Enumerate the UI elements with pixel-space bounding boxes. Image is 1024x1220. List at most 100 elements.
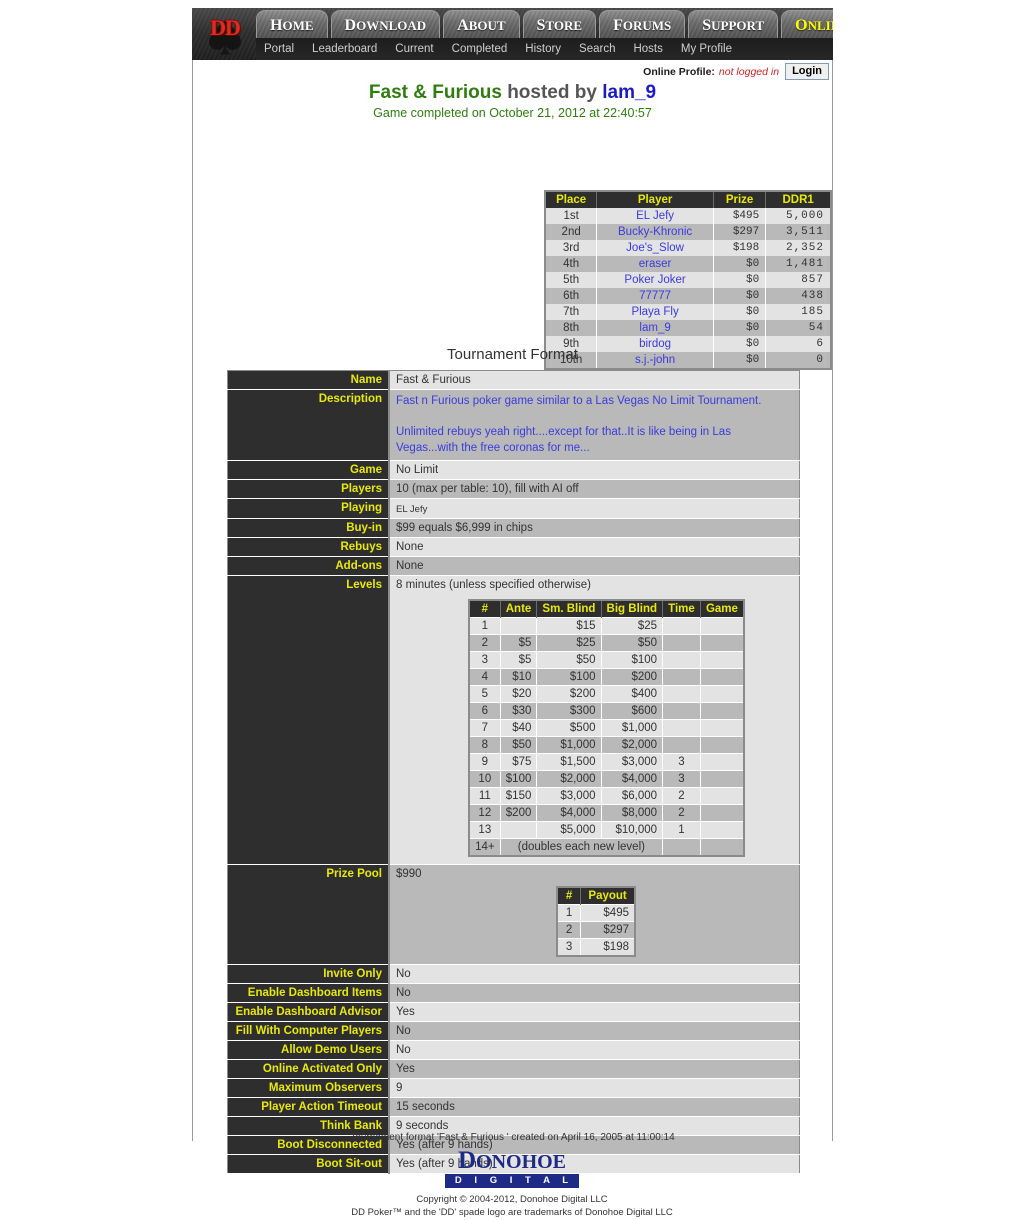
table-row: 11 $150 $3,000 $6,000 2 [468, 787, 745, 805]
table-row: 3rd Joe's_Slow $198 2,352 [544, 240, 832, 256]
dd-spade-logo[interactable]: DD [196, 10, 254, 60]
tab-forums[interactable]: F ORUMS [599, 10, 686, 38]
cell-time: 3 [662, 753, 701, 771]
cell-time [662, 838, 701, 857]
format-row-maximum-observers: Maximum Observers 9 [227, 1078, 800, 1098]
cell-level: 9 [468, 753, 501, 771]
login-button[interactable]: Login [785, 63, 829, 80]
player-link[interactable]: lam_9 [639, 322, 670, 334]
cell-player[interactable]: Poker Joker [596, 272, 714, 288]
player-link[interactable]: eraser [639, 258, 672, 270]
levels-table: # Ante Sm. Blind Big Blind Time Game 1 $1… [468, 599, 745, 858]
online-profile-status: not logged in [718, 65, 780, 78]
subnav-my-profile[interactable]: My Profile [681, 43, 732, 55]
cell-ddr1: 5,000 [765, 208, 832, 224]
format-value-description: Fast n Furious poker game similar to a L… [389, 389, 800, 461]
cell-place: 2nd [544, 224, 598, 240]
levels-col-number: # [468, 600, 501, 618]
cell-ante: $75 [499, 753, 538, 771]
levels-col-ante: Ante [499, 600, 538, 618]
cell-time: 2 [662, 787, 701, 805]
format-value-maximum-observers: 9 [389, 1078, 800, 1098]
page-title-host[interactable]: lam_9 [602, 82, 656, 103]
tab-support[interactable]: S UPPORT [688, 10, 779, 38]
subnav-history[interactable]: History [525, 43, 561, 55]
format-value-playing: EL Jefy [389, 498, 800, 519]
cell-prize: $0 [712, 320, 767, 336]
subnav-current[interactable]: Current [395, 43, 433, 55]
levels-col-time: Time [662, 600, 701, 618]
cell-player[interactable]: lam_9 [596, 320, 714, 336]
copyright-line-2: DD Poker™ and the 'DD' spade logo are tr… [351, 1206, 673, 1218]
cell-ante: $150 [499, 787, 538, 805]
cell-time [662, 651, 701, 669]
player-link[interactable]: 77777 [639, 290, 671, 302]
tab-about[interactable]: A BOUT [443, 10, 520, 38]
subnav-search[interactable]: Search [579, 43, 615, 55]
cell-prize: $297 [712, 224, 767, 240]
tab-online[interactable]: ONLINE [781, 10, 833, 38]
format-value-name: Fast & Furious [389, 370, 800, 390]
cell-payout: $297 [580, 921, 636, 939]
format-label-prize-pool: Prize Pool [227, 864, 390, 965]
results-col-place: Place [544, 191, 598, 208]
subnav-leaderboard[interactable]: Leaderboard [312, 43, 377, 55]
content-frame: Online Profile: not logged in Login Fast… [192, 60, 833, 1175]
cell-game [699, 804, 745, 822]
table-row: 13 $5,000 $10,000 1 [468, 821, 745, 839]
table-row: 1st EL Jefy $495 5,000 [544, 208, 832, 224]
cell-payout: $495 [580, 904, 636, 922]
subnav-portal[interactable]: Portal [264, 43, 294, 55]
cell-player[interactable]: Playa Fly [596, 304, 714, 320]
cell-place: 3rd [544, 240, 598, 256]
cell-place: 5th [544, 272, 598, 288]
cell-big-blind: $100 [600, 651, 664, 669]
online-profile-label: Online Profile: [643, 65, 715, 78]
subnav-hosts[interactable]: Hosts [633, 43, 662, 55]
player-link[interactable]: Playa Fly [631, 306, 678, 318]
cell-rank: 2 [556, 921, 582, 939]
cell-player[interactable]: Bucky-Khronic [596, 224, 714, 240]
format-label-game: Game [227, 460, 390, 480]
player-link[interactable]: Poker Joker [624, 274, 685, 286]
format-label-rebuys: Rebuys [227, 537, 390, 557]
cell-ante: $50 [499, 736, 538, 754]
main-tabs: H OME D OWNLOAD A BOUT S TORE F ORUMS S UPPORT… [256, 10, 833, 38]
cell-ante: $10 [499, 668, 538, 686]
table-row: 6 $30 $300 $600 [468, 702, 745, 720]
cell-small-blind: $1,500 [536, 753, 602, 771]
results-col-ddr1: DDR1 [765, 191, 832, 208]
tab-download[interactable]: D OWNLOAD [330, 10, 441, 38]
player-link[interactable]: Joe's_Slow [626, 242, 684, 254]
subnav-completed[interactable]: Completed [452, 43, 508, 55]
cell-ddr1: 185 [765, 304, 832, 320]
player-link[interactable]: Bucky-Khronic [618, 226, 692, 238]
online-profile-bar: Online Profile: not logged in Login [643, 63, 829, 80]
donohoe-digital-logo[interactable]: DONOHOE D I G I T A L [444, 1148, 580, 1188]
table-row: 2 $5 $25 $50 [468, 634, 745, 652]
table-row: 3 $5 $50 $100 [468, 651, 745, 669]
tab-store[interactable]: S TORE [522, 10, 597, 38]
cell-game [699, 753, 745, 771]
format-label-fill-with-computer-players: Fill With Computer Players [227, 1021, 390, 1041]
results-col-player: Player [596, 191, 714, 208]
format-created-note: Tournament format 'Fast & Furious ' crea… [350, 1132, 675, 1143]
cell-place: 4th [544, 256, 598, 272]
player-link[interactable]: EL Jefy [636, 210, 674, 222]
cell-player[interactable]: Joe's_Slow [596, 240, 714, 256]
cell-time [662, 702, 701, 720]
cell-game [699, 634, 745, 652]
tab-home[interactable]: H OME [256, 10, 328, 38]
cell-big-blind: $400 [600, 685, 664, 703]
format-value-online-activated-only: Yes [389, 1059, 800, 1079]
cell-player[interactable]: EL Jefy [596, 208, 714, 224]
cell-small-blind: $5,000 [536, 821, 602, 839]
cell-player[interactable]: eraser [596, 256, 714, 272]
cell-big-blind: $50 [600, 634, 664, 652]
cell-player[interactable]: 77777 [596, 288, 714, 304]
cell-payout: $198 [580, 938, 636, 957]
format-row-allow-demo-users: Allow Demo Users No [227, 1040, 800, 1060]
cell-time [662, 634, 701, 652]
table-row: 8 $50 $1,000 $2,000 [468, 736, 745, 754]
cell-level: 11 [468, 787, 501, 805]
